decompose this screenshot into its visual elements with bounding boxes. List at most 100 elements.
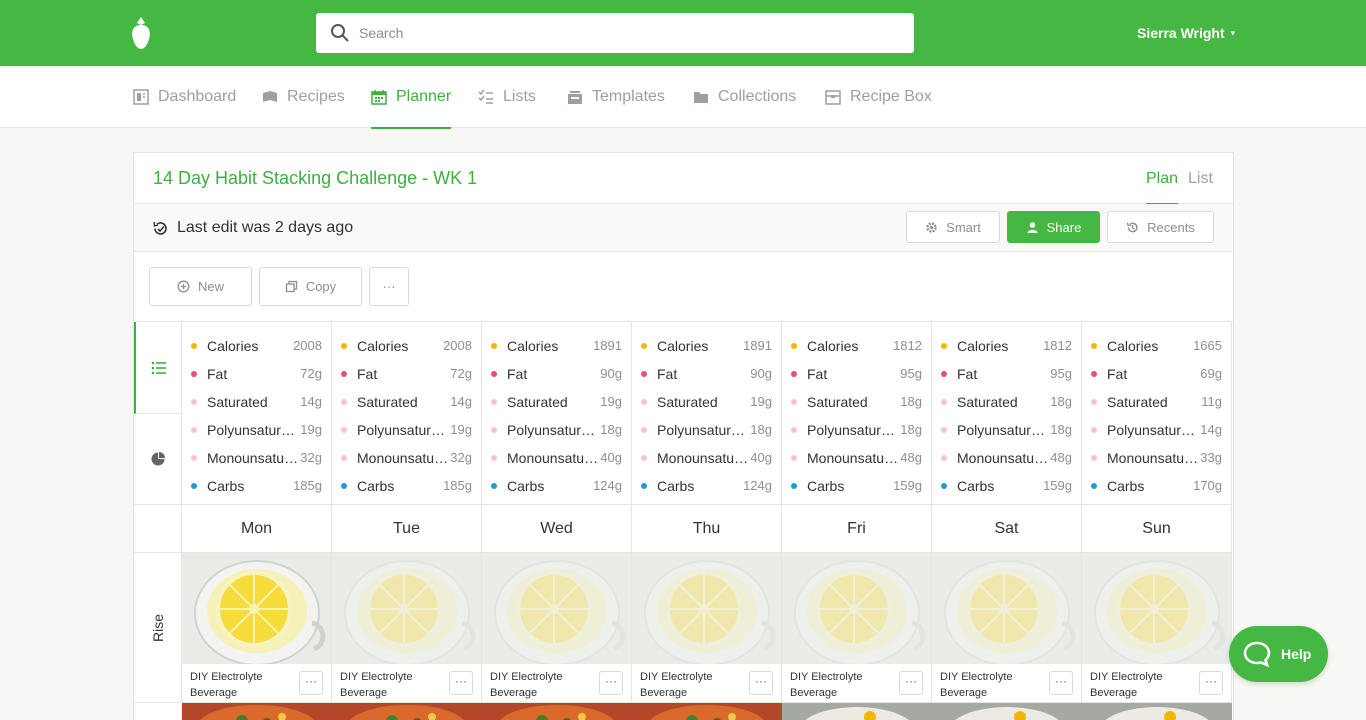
nav-recipes[interactable]: Recipes <box>262 66 345 128</box>
meal-card-sat[interactable]: DIY Electrolyte Beverage ··· <box>932 553 1082 703</box>
nutrient-label: Fat <box>207 366 228 382</box>
meal-more-button[interactable]: ··· <box>599 671 623 695</box>
meal-title[interactable]: DIY Electrolyte Beverage <box>1090 669 1198 701</box>
meal-card-wed[interactable]: DIY Electrolyte Beverage ··· <box>482 553 632 703</box>
meal-card-thu[interactable]: DIY Electrolyte Beverage ··· <box>632 553 782 703</box>
search-bar[interactable]: Search <box>316 13 914 53</box>
next-meal-card[interactable] <box>182 703 332 720</box>
nav-recipe-box[interactable]: Recipe Box <box>825 66 932 128</box>
nutrient-row-mono: Monounsaturated40g <box>491 449 622 467</box>
meal-card-tue[interactable]: DIY Electrolyte Beverage ··· <box>332 553 482 703</box>
nutrient-value: 40g <box>600 450 622 465</box>
nutrient-dot-icon <box>191 455 197 461</box>
nutrient-value: 19g <box>450 422 472 437</box>
nutrient-label: Calories <box>207 338 259 354</box>
copy-icon <box>285 280 297 293</box>
nutrient-dot-icon <box>341 483 347 489</box>
meal-title[interactable]: DIY Electrolyte Beverage <box>940 669 1048 701</box>
meal-photo[interactable] <box>1082 553 1231 664</box>
meal-title[interactable]: DIY Electrolyte Beverage <box>640 669 748 701</box>
day-header-thu[interactable]: Thu <box>632 505 782 553</box>
next-meal-card[interactable] <box>1082 703 1232 720</box>
next-meal-card[interactable] <box>632 703 782 720</box>
meal-more-button[interactable]: ··· <box>1199 671 1223 695</box>
nutrient-value: 185g <box>443 478 472 493</box>
chat-bubble-icon <box>1243 641 1271 667</box>
nutrient-label: Calories <box>807 338 859 354</box>
share-button[interactable]: Share <box>1007 211 1100 243</box>
nutrient-value: 1812 <box>893 338 922 353</box>
nutrition-chart-tab[interactable] <box>134 414 182 505</box>
next-meal-card[interactable] <box>332 703 482 720</box>
day-header-mon[interactable]: Mon <box>182 505 332 553</box>
nutrient-row-carbs: Carbs 170g <box>1091 477 1222 495</box>
meal-card-mon[interactable]: DIY Electrolyte Beverage ··· <box>182 553 332 703</box>
meal-photo[interactable] <box>782 553 931 664</box>
next-meal-card[interactable] <box>782 703 932 720</box>
more-options-button[interactable]: ··· <box>369 267 409 306</box>
new-button[interactable]: New <box>149 267 252 306</box>
nav-collections[interactable]: Collections <box>693 66 796 128</box>
nutrient-label: Calories <box>507 338 559 354</box>
help-button[interactable]: Help <box>1229 626 1328 682</box>
smart-button[interactable]: Smart <box>906 211 1000 243</box>
nav-lists[interactable]: Lists <box>478 66 536 128</box>
nutrient-row-carbs: Carbs 124g <box>641 477 772 495</box>
lemon-drink-image <box>182 553 331 664</box>
meal-more-button[interactable]: ··· <box>749 671 773 695</box>
nav-templates[interactable]: Templates <box>567 66 665 128</box>
nutrient-value: 170g <box>1193 478 1222 493</box>
meal-title[interactable]: DIY Electrolyte Beverage <box>790 669 898 701</box>
meal-title[interactable]: DIY Electrolyte Beverage <box>490 669 598 701</box>
lemon-drink-image <box>482 553 631 664</box>
nutrient-value: 18g <box>1050 422 1072 437</box>
day-header-wed[interactable]: Wed <box>482 505 632 553</box>
meal-photo[interactable] <box>482 553 631 664</box>
meal-more-button[interactable]: ··· <box>899 671 923 695</box>
nutrient-value: 40g <box>750 450 772 465</box>
plan-title[interactable]: 14 Day Habit Stacking Challenge - WK 1 <box>153 168 477 189</box>
tab-list[interactable]: List <box>1188 170 1213 188</box>
nutrient-dot-icon <box>791 455 797 461</box>
meal-title[interactable]: DIY Electrolyte Beverage <box>340 669 448 701</box>
next-meal-card[interactable] <box>932 703 1082 720</box>
next-meal-card[interactable] <box>482 703 632 720</box>
nutrient-dot-icon <box>1091 399 1097 405</box>
nutrient-row-saturated: Saturated 11g <box>1091 393 1222 411</box>
meal-more-button[interactable]: ··· <box>1049 671 1073 695</box>
meal-more-button[interactable]: ··· <box>449 671 473 695</box>
nutrient-value: 14g <box>300 394 322 409</box>
meal-card-sun[interactable]: DIY Electrolyte Beverage ··· <box>1082 553 1232 703</box>
meal-photo[interactable] <box>182 553 331 664</box>
nutrient-row-fat: Fat 90g <box>641 365 772 383</box>
nutrient-value: 19g <box>600 394 622 409</box>
nutrition-summary-sun: Calories 1665 Fat 69g Saturated 11g Polyunsatu… <box>1082 322 1232 505</box>
meal-more-button[interactable]: ··· <box>299 671 323 695</box>
nutrient-row-fat: Fat 69g <box>1091 365 1222 383</box>
meal-photo[interactable] <box>632 553 781 664</box>
logo-icon[interactable] <box>128 15 154 51</box>
nutrient-value: 124g <box>593 478 622 493</box>
copy-button[interactable]: Copy <box>259 267 362 306</box>
recents-button[interactable]: Recents <box>1107 211 1214 243</box>
nutrient-row-carbs: Carbs 124g <box>491 477 622 495</box>
nav-dashboard[interactable]: Dashboard <box>133 66 236 128</box>
day-header-fri[interactable]: Fri <box>782 505 932 553</box>
day-header-tue[interactable]: Tue <box>332 505 482 553</box>
nutrient-label: Calories <box>657 338 709 354</box>
nav-planner[interactable]: Planner <box>371 66 452 129</box>
meal-card-fri[interactable]: DIY Electrolyte Beverage ··· <box>782 553 932 703</box>
meal-photo[interactable] <box>332 553 481 664</box>
nutrition-summary-sat: Calories 1812 Fat 95g Saturated 18g Polyunsatu… <box>932 322 1082 505</box>
nutrient-dot-icon <box>941 455 947 461</box>
nutrition-list-tab[interactable] <box>134 322 182 414</box>
day-header-sun[interactable]: Sun <box>1082 505 1232 553</box>
day-header-sat[interactable]: Sat <box>932 505 1082 553</box>
nutrient-value: 1891 <box>593 338 622 353</box>
meal-title[interactable]: DIY Electrolyte Beverage <box>190 669 298 701</box>
search-input[interactable]: Search <box>359 25 403 41</box>
user-menu[interactable]: Sierra Wright ▾ <box>1137 25 1235 41</box>
meal-photo[interactable] <box>932 553 1081 664</box>
tab-plan[interactable]: Plan <box>1146 170 1179 205</box>
nutrient-dot-icon <box>341 455 347 461</box>
